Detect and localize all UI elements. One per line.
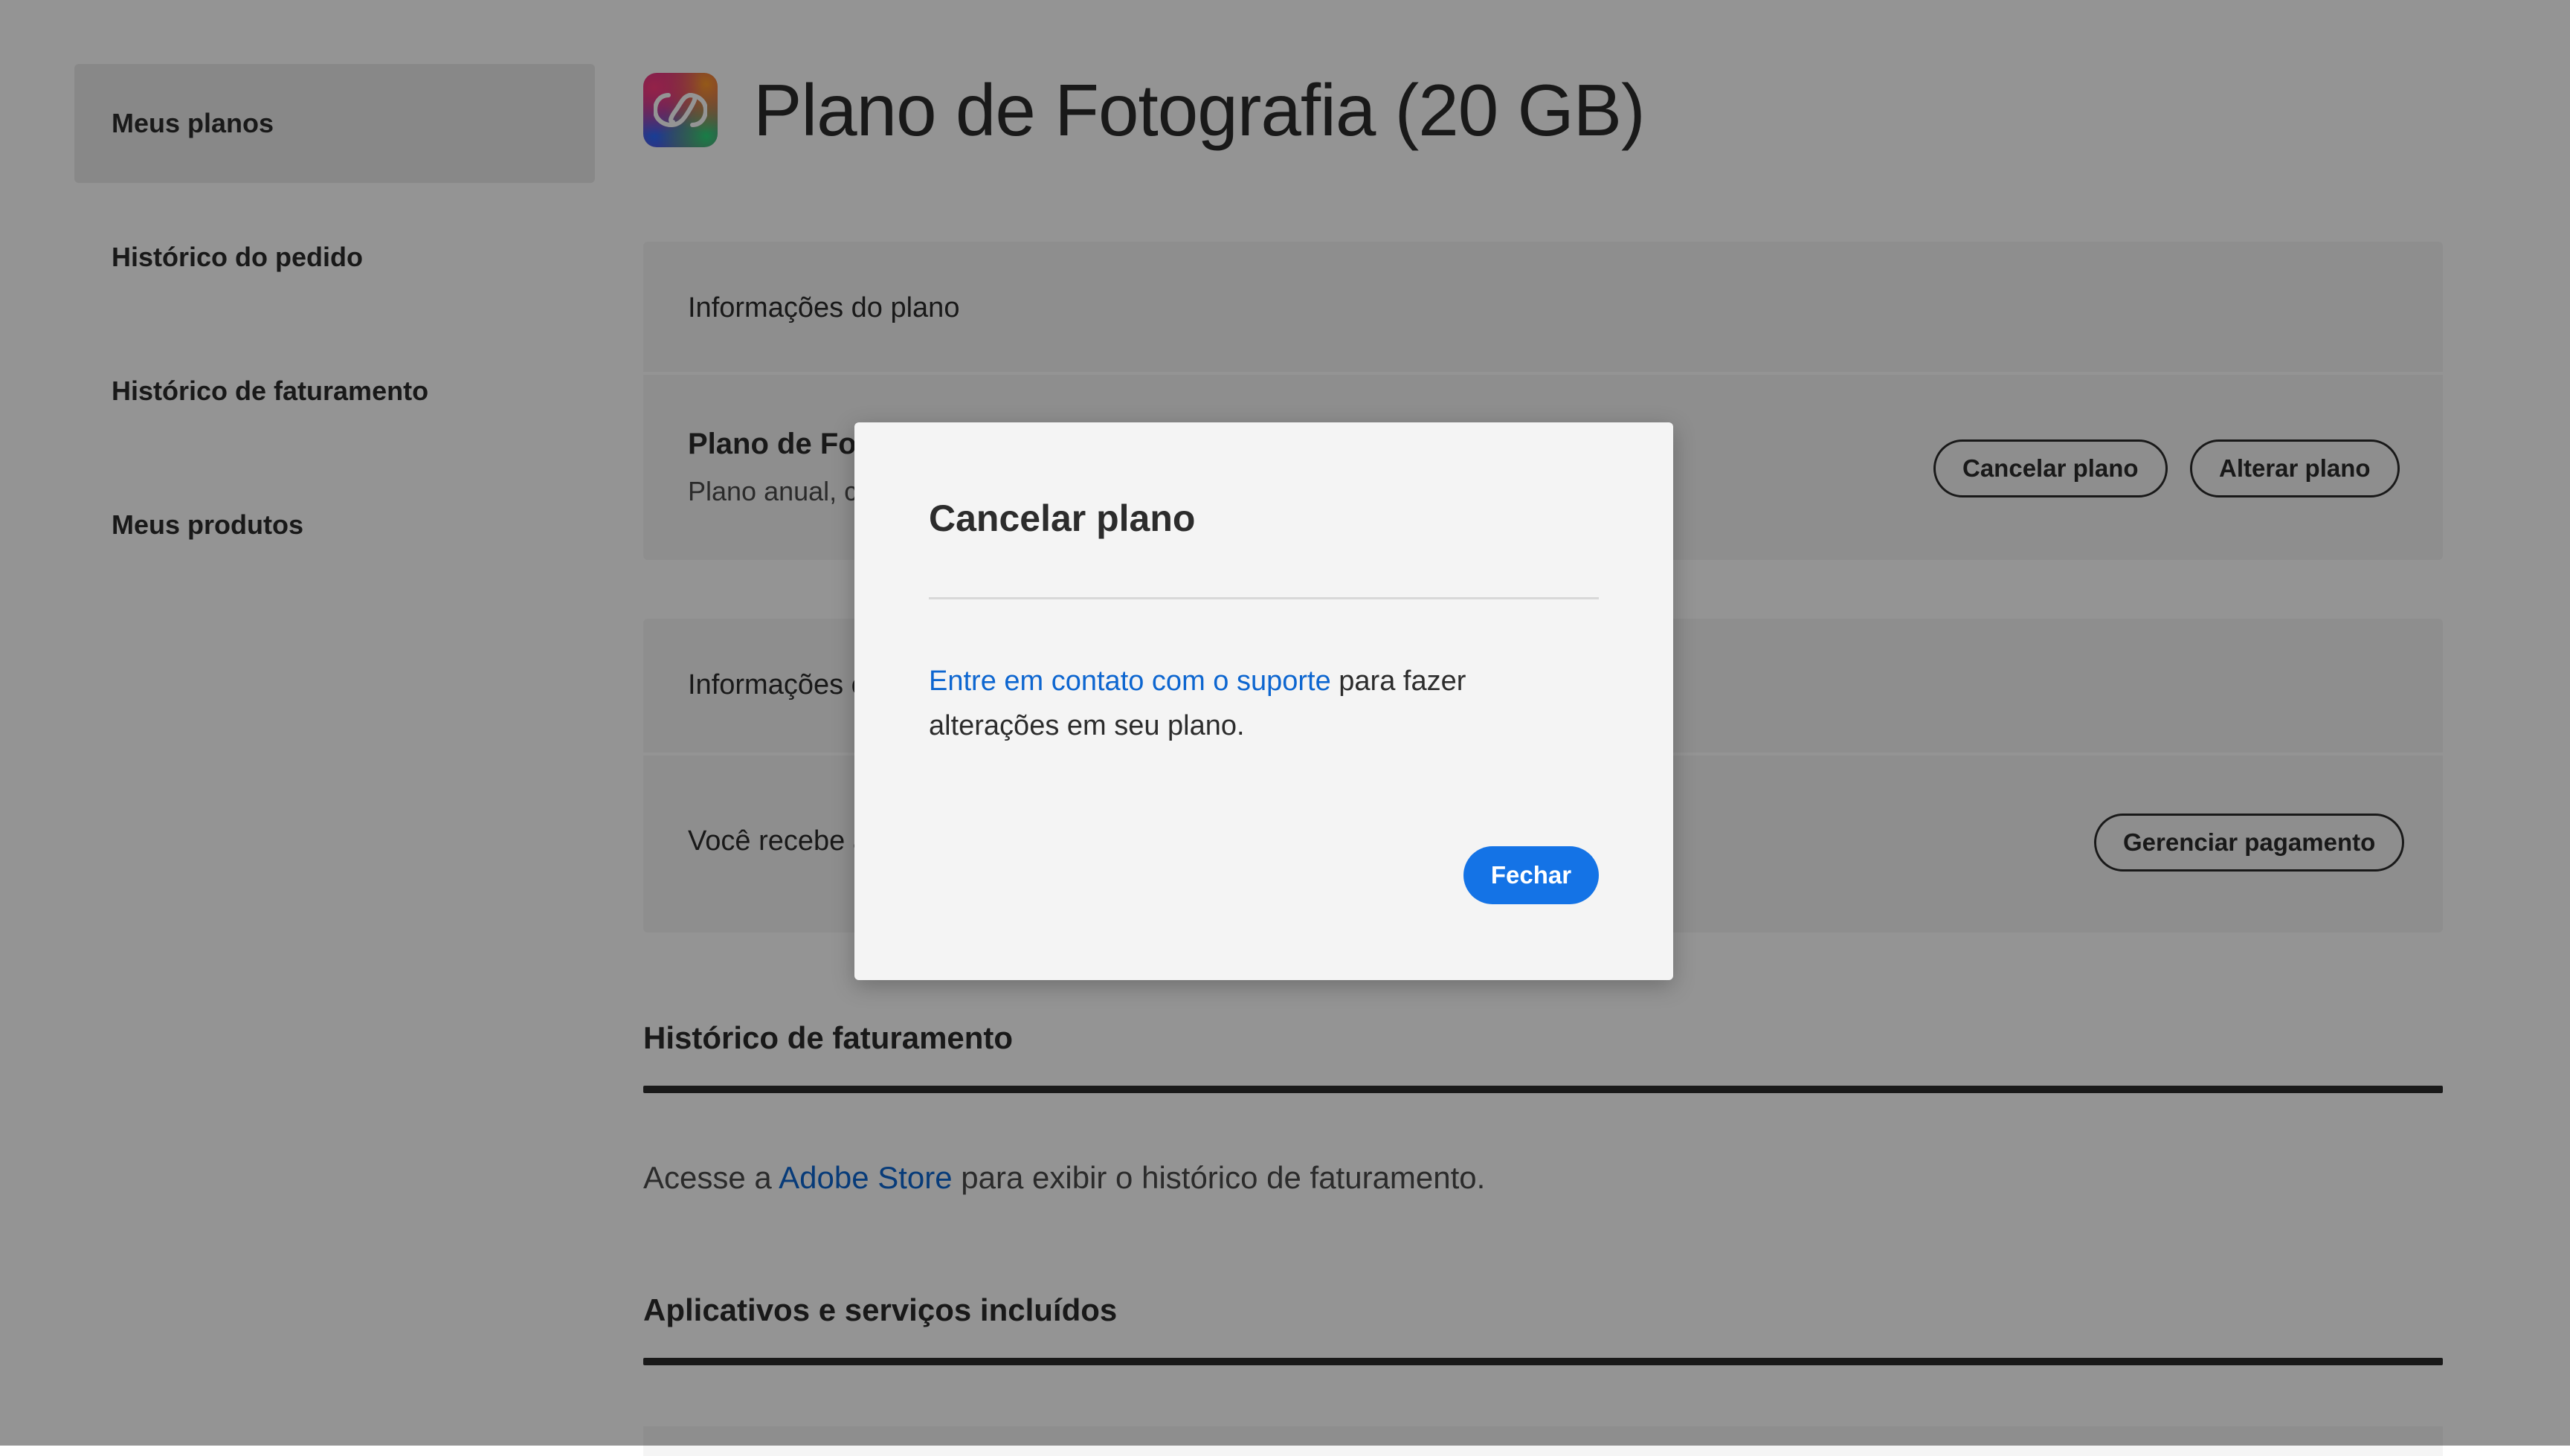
page: Meus planos Histórico do pedido Históric… [0,0,2570,1456]
close-button[interactable]: Fechar [1463,846,1599,904]
dialog-title: Cancelar plano [929,497,1196,539]
cancel-plan-dialog: Cancelar plano Entre em contato com o su… [854,422,1673,980]
dialog-body: Entre em contato com o suporte para faze… [929,659,1599,748]
dialog-divider [929,597,1599,599]
contact-support-link[interactable]: Entre em contato com o suporte [929,666,1331,697]
